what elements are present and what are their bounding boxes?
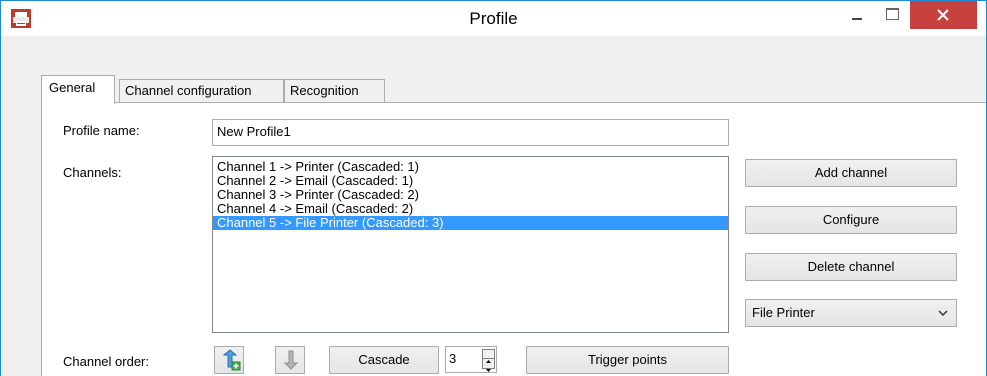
channel-list-item-1[interactable]: Channel 1 -> Printer (Cascaded: 1) <box>213 160 728 174</box>
tab-general[interactable]: General <box>41 75 115 104</box>
move-up-arrow-icon <box>222 349 241 371</box>
cascade-level-stepper[interactable]: 3 <box>445 346 497 373</box>
profile-name-label: Profile name: <box>63 123 140 138</box>
general-tab-panel: Profile name: New Profile1 Channels: Cha… <box>41 102 986 376</box>
tab-recognition[interactable]: Recognition <box>284 79 385 103</box>
channel-order-label: Channel order: <box>63 354 149 369</box>
stepper-down-button[interactable] <box>483 359 494 372</box>
stepper-buttons <box>482 349 495 372</box>
channels-label: Channels: <box>63 165 122 180</box>
arrow-down-icon <box>486 369 491 372</box>
profile-window: Profile General Channel configuration Re… <box>0 0 987 376</box>
cascade-button[interactable]: Cascade <box>329 346 439 374</box>
move-down-button[interactable] <box>275 346 305 374</box>
cascade-level-value: 3 <box>449 351 457 366</box>
channel-type-selected-value: File Printer <box>752 305 815 320</box>
channel-list-item-3[interactable]: Channel 3 -> Printer (Cascaded: 2) <box>213 188 728 202</box>
maximize-button[interactable] <box>875 2 909 30</box>
window-title: Profile <box>469 9 518 28</box>
title-bar[interactable]: Profile <box>1 1 986 36</box>
add-channel-button[interactable]: Add channel <box>745 159 957 187</box>
channel-type-select[interactable]: File Printer <box>745 299 957 327</box>
delete-channel-button[interactable]: Delete channel <box>745 253 957 281</box>
configure-button[interactable]: Configure <box>745 206 957 234</box>
move-up-button[interactable] <box>214 346 244 374</box>
channel-list-item-5[interactable]: Channel 5 -> File Printer (Cascaded: 3) <box>213 216 728 230</box>
tab-channel-configuration[interactable]: Channel configuration <box>119 79 284 103</box>
chevron-down-icon <box>938 301 948 334</box>
minimize-button[interactable] <box>841 2 875 30</box>
stepper-up-button[interactable] <box>483 350 494 363</box>
close-button[interactable] <box>910 1 977 29</box>
trigger-points-button[interactable]: Trigger points <box>526 346 729 374</box>
channels-listbox[interactable]: Channel 1 -> Printer (Cascaded: 1) Chann… <box>212 156 729 333</box>
close-icon <box>937 9 949 21</box>
move-down-arrow-icon <box>283 350 299 370</box>
channel-list-item-2[interactable]: Channel 2 -> Email (Cascaded: 1) <box>213 174 728 188</box>
profile-name-input[interactable]: New Profile1 <box>212 119 729 146</box>
channel-list-item-4[interactable]: Channel 4 -> Email (Cascaded: 2) <box>213 202 728 216</box>
